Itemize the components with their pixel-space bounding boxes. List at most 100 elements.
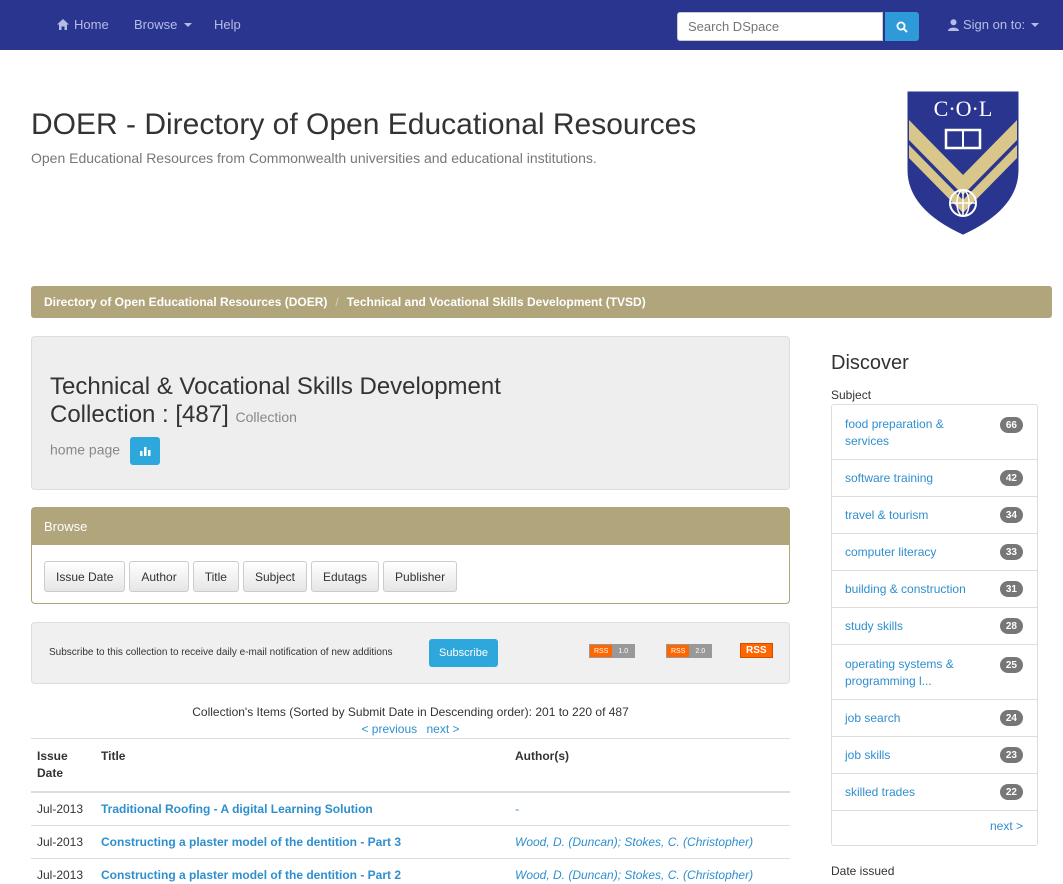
rss-2-badge-right: 2.0	[689, 645, 712, 657]
column-header-issue-date-line2: Date	[37, 766, 64, 780]
facet-count-badge: 25	[999, 657, 1023, 673]
subscribe-text: Subscribe to this collection to receive …	[49, 647, 393, 658]
item-title-link[interactable]: Constructing a plaster model of the dent…	[101, 835, 401, 849]
date-issued-facet-label: Date issued	[831, 864, 895, 878]
column-header-authors[interactable]: Author(s)	[509, 738, 790, 793]
facet-item[interactable]: computer literacy 33	[832, 534, 1037, 571]
items-caption: Collection's Items (Sorted by Submit Dat…	[192, 705, 629, 719]
browse-publisher-button[interactable]: Publisher	[383, 561, 458, 592]
browse-title-button[interactable]: Title	[192, 561, 239, 592]
browse-edutags-button[interactable]: Edutags	[311, 561, 380, 592]
column-header-issue-date-line1: Issue	[37, 749, 68, 763]
facet-count-badge: 31	[999, 581, 1023, 597]
subscribe-button[interactable]: Subscribe	[429, 639, 498, 667]
discover-heading: Discover	[831, 352, 909, 374]
statistics-button[interactable]	[129, 437, 160, 465]
nav-help-label: Help	[214, 17, 241, 32]
browse-heading: Browse	[32, 508, 789, 545]
bar-chart-icon	[139, 447, 151, 456]
facet-label: job skills	[845, 748, 891, 762]
item-date: Jul-2013	[31, 791, 95, 825]
chevron-down-icon	[1031, 22, 1040, 27]
facet-item[interactable]: software training 42	[832, 460, 1037, 497]
breadcrumb-item-tvsd[interactable]: Technical and Vocational Skills Developm…	[347, 295, 646, 309]
rss-1-badge-right: 1.0	[612, 645, 635, 657]
nav-help-link[interactable]: Help	[214, 17, 241, 32]
previous-page-link[interactable]: < previous	[361, 722, 417, 736]
search-icon	[896, 21, 908, 33]
facet-label: skilled trades	[845, 785, 916, 799]
facet-label: travel & tourism	[845, 508, 929, 522]
site-title: DOER - Directory of Open Educational Res…	[31, 108, 697, 141]
sign-on-dropdown[interactable]: Sign on to:	[948, 17, 1040, 32]
facet-item[interactable]: building & construction 31	[832, 571, 1037, 608]
facet-label: job search	[845, 711, 901, 725]
column-header-title[interactable]: Title	[95, 738, 509, 793]
chevron-down-icon	[184, 22, 193, 27]
item-date: Jul-2013	[31, 857, 95, 884]
subject-facet-label: Subject	[831, 388, 872, 402]
search-button[interactable]	[885, 12, 919, 41]
facet-label: building & construction	[845, 582, 966, 596]
item-author-link[interactable]: Wood, D. (Duncan); Stokes, C. (Christoph…	[509, 824, 790, 858]
table-header-row: Issue Date Title Author(s)	[31, 738, 790, 793]
items-table: Issue Date Title Author(s) Jul-2013 Trad…	[31, 738, 790, 884]
facet-label: operating systems & programming l...	[845, 657, 954, 688]
breadcrumb: Directory of Open Educational Resources …	[31, 286, 1052, 318]
rss-1-badge-left: RSS	[590, 645, 613, 657]
rss-2-badge-left: RSS	[667, 645, 690, 657]
browse-subject-button[interactable]: Subject	[242, 561, 307, 592]
facet-item[interactable]: job skills 23	[832, 737, 1037, 774]
facet-label: software training	[845, 471, 934, 485]
subscribe-box: Subscribe to this collection to receive …	[31, 622, 790, 684]
nav-home-label: Home	[74, 17, 109, 32]
search-input[interactable]	[677, 12, 883, 41]
nav-browse-dropdown[interactable]: Browse	[134, 17, 193, 32]
item-title-link[interactable]: Traditional Roofing - A digital Learning…	[101, 802, 373, 816]
breadcrumb-separator: /	[335, 295, 339, 309]
item-date: Jul-2013	[31, 824, 95, 858]
next-page-link[interactable]: next >	[427, 722, 460, 736]
top-navbar: Home Browse Help Sign on to:	[0, 0, 1063, 50]
item-author-link[interactable]: Wood, D. (Duncan); Stokes, C. (Christoph…	[509, 857, 790, 884]
browse-panel: Browse Issue Date Author Title Subject E…	[31, 507, 790, 604]
table-row: Jul-2013 Constructing a plaster model of…	[31, 857, 790, 884]
facet-label: study skills	[845, 619, 904, 633]
facet-item[interactable]: job search 24	[832, 700, 1037, 737]
browse-author-button[interactable]: Author	[129, 561, 189, 592]
home-icon	[57, 19, 69, 30]
facet-item[interactable]: study skills 28	[832, 608, 1037, 645]
rss-1-feed-link[interactable]: RSS 1.0	[589, 644, 636, 658]
collection-subtitle-part2: home page	[50, 441, 121, 458]
subject-facet-list: food preparation & services 66 software …	[831, 404, 1038, 846]
column-header-issue-date[interactable]: Issue Date	[31, 738, 95, 793]
col-logo: C·O·L	[907, 91, 1019, 235]
item-title-link[interactable]: Constructing a plaster model of the dent…	[101, 868, 401, 882]
browse-issue-date-button[interactable]: Issue Date	[44, 561, 126, 592]
nav-home-link[interactable]: Home	[57, 17, 109, 32]
collection-header: Technical & Vocational Skills Developmen…	[31, 336, 790, 490]
svg-text:C·O·L: C·O·L	[934, 96, 993, 121]
facet-label: computer literacy	[845, 545, 937, 559]
site-subtitle: Open Educational Resources from Commonwe…	[31, 150, 597, 166]
facet-next-link[interactable]: next >	[990, 819, 1023, 833]
facet-item[interactable]: travel & tourism 34	[832, 497, 1037, 534]
sign-on-label: Sign on to:	[963, 17, 1026, 32]
facet-item[interactable]: skilled trades 22	[832, 774, 1037, 811]
facet-count-badge: 34	[999, 507, 1023, 523]
facet-count-badge: 22	[999, 784, 1023, 800]
nav-browse-label: Browse	[134, 17, 178, 32]
rss-2-feed-link[interactable]: RSS 2.0	[666, 644, 713, 658]
collection-title: Technical & Vocational Skills Developmen…	[50, 373, 510, 431]
facet-count-badge: 23	[999, 747, 1023, 763]
facet-label: food preparation & services	[845, 417, 944, 448]
facet-item[interactable]: food preparation & services 66	[832, 405, 1037, 460]
item-author: -	[509, 791, 790, 825]
user-icon	[948, 18, 959, 31]
facet-item[interactable]: operating systems & programming l... 25	[832, 645, 1037, 700]
breadcrumb-item-doer[interactable]: Directory of Open Educational Resources …	[44, 295, 327, 309]
collection-subtitle-part1: Collection	[235, 409, 297, 425]
facet-count-badge: 42	[999, 470, 1023, 486]
rss-feed-link[interactable]: RSS	[740, 643, 773, 658]
items-pagination: < previous next >	[31, 722, 790, 736]
